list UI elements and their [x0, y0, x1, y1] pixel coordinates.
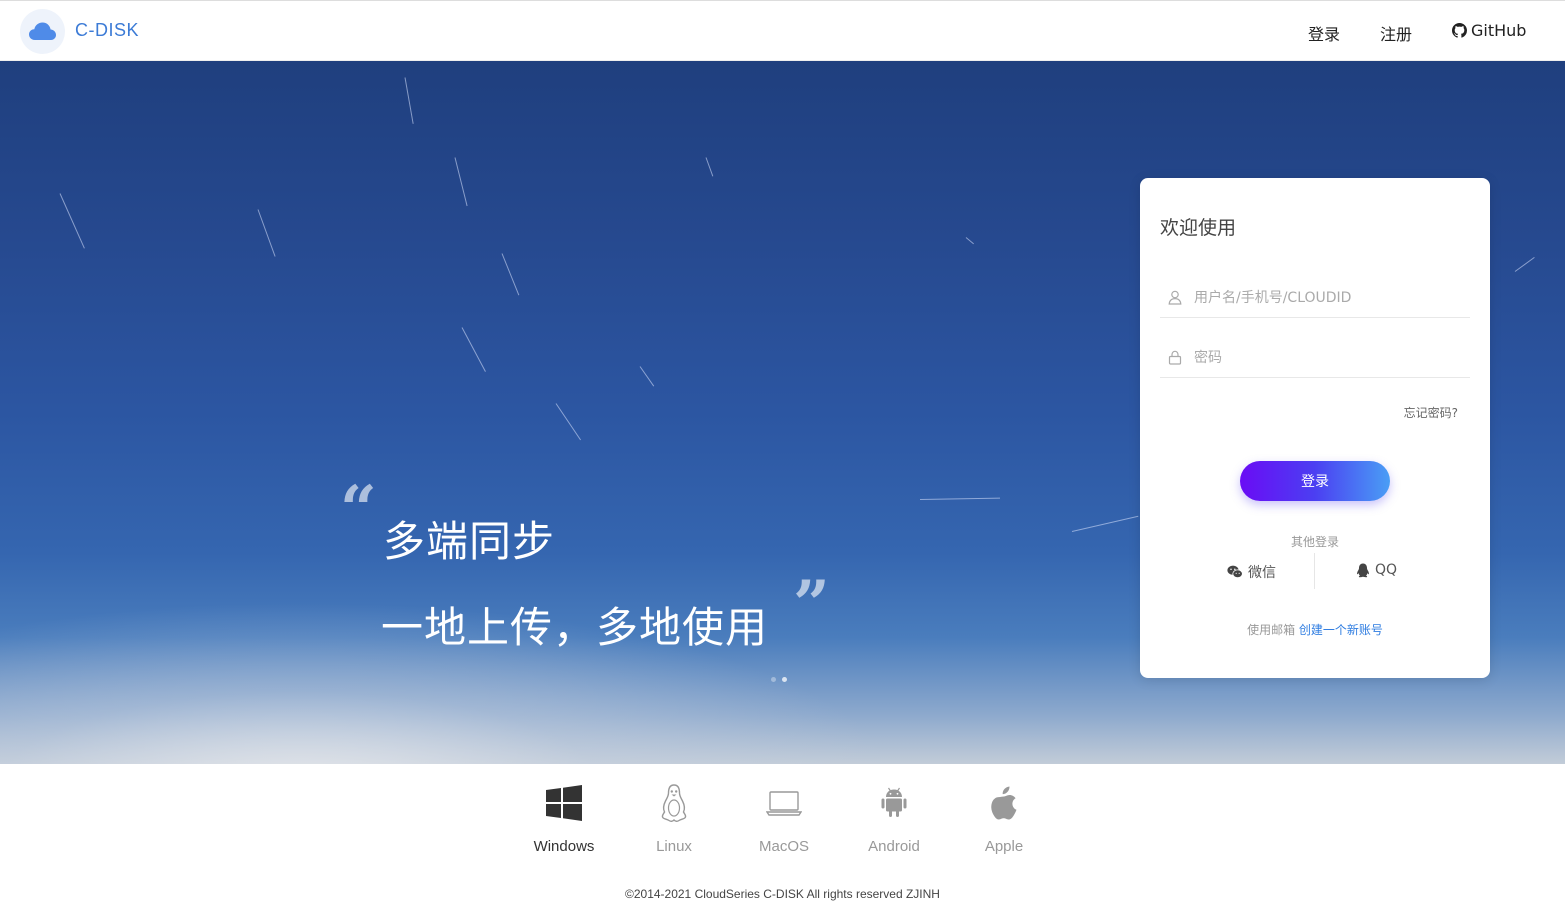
linux-icon: [661, 784, 687, 822]
star-trail: [461, 327, 486, 372]
platform-windows[interactable]: Windows: [514, 782, 614, 855]
platform-label: Linux: [656, 838, 692, 855]
laptop-icon: [766, 791, 802, 816]
username-field[interactable]: [1160, 278, 1470, 318]
star-trail: [501, 253, 520, 296]
apple-icon: [991, 786, 1017, 820]
hero-slogan-line2: 一地上传，多地使用: [381, 603, 769, 652]
nav-github-link[interactable]: GitHub: [1452, 21, 1526, 40]
signup-line: 使用邮箱 创建一个新账号: [1140, 621, 1490, 638]
star-trail: [919, 497, 1000, 500]
qq-icon: [1357, 563, 1369, 577]
star-trail: [257, 209, 276, 257]
login-button[interactable]: 登录: [1240, 461, 1390, 501]
star-trail: [705, 157, 714, 177]
lock-icon: [1168, 350, 1182, 365]
carousel-dot-active[interactable]: [782, 677, 787, 682]
platform-label: Apple: [984, 838, 1024, 855]
forgot-password-link[interactable]: 忘记密码?: [1404, 404, 1458, 421]
star-trail: [404, 77, 414, 124]
platform-linux[interactable]: Linux: [624, 782, 724, 855]
login-card: 欢迎使用 忘记密码? 登录 其他登录 微信 QQ: [1140, 178, 1490, 678]
platform-macos[interactable]: MacOS: [734, 782, 834, 855]
qq-label: QQ: [1375, 562, 1398, 578]
star-trail: [454, 157, 468, 207]
hero-slogan-line1: 多端同步: [383, 517, 556, 566]
star-trail: [1514, 256, 1535, 272]
username-input[interactable]: [1194, 286, 1464, 310]
quote-open-mark: “: [340, 472, 377, 547]
brand-name[interactable]: C-DISK: [75, 20, 139, 41]
platform-label: Windows: [533, 838, 595, 855]
windows-icon: [546, 785, 582, 821]
wechat-label: 微信: [1248, 565, 1276, 581]
carousel-dot[interactable]: [771, 677, 776, 682]
wechat-icon: [1227, 565, 1243, 579]
password-field[interactable]: [1160, 338, 1470, 378]
qq-login-button[interactable]: QQ: [1356, 562, 1397, 578]
quote-close-mark: ”: [793, 567, 830, 642]
nav-login-link[interactable]: 登录: [1308, 21, 1340, 45]
top-header: C-DISK 登录 注册 GitHub: [0, 0, 1565, 61]
login-card-title: 欢迎使用: [1160, 217, 1237, 239]
platform-android[interactable]: Android: [844, 782, 944, 855]
password-input[interactable]: [1194, 346, 1464, 370]
social-divider: [1314, 553, 1315, 589]
platform-label: Android: [868, 838, 920, 855]
footer-copyright: ©2014-2021 CloudSeries C-DISK All rights…: [625, 887, 940, 901]
platform-apple[interactable]: Apple: [954, 782, 1054, 855]
carousel-indicators: [771, 677, 787, 682]
logo[interactable]: [20, 9, 65, 54]
cloud-icon: [29, 22, 56, 40]
user-icon: [1168, 290, 1182, 305]
wechat-login-button[interactable]: 微信: [1227, 562, 1276, 582]
star-trail: [1071, 515, 1139, 532]
platform-label: MacOS: [758, 838, 809, 855]
other-login-label: 其他登录: [1290, 535, 1339, 549]
signup-prefix: 使用邮箱: [1247, 623, 1296, 637]
star-trail: [639, 366, 655, 387]
android-icon: [881, 787, 907, 817]
star-trail: [59, 193, 85, 249]
create-account-link[interactable]: 创建一个新账号: [1299, 623, 1383, 637]
nav-register-link[interactable]: 注册: [1380, 21, 1412, 45]
star-trail: [555, 403, 582, 441]
star-trail: [965, 237, 974, 245]
github-label: GitHub: [1471, 21, 1527, 40]
github-icon: [1452, 23, 1467, 38]
